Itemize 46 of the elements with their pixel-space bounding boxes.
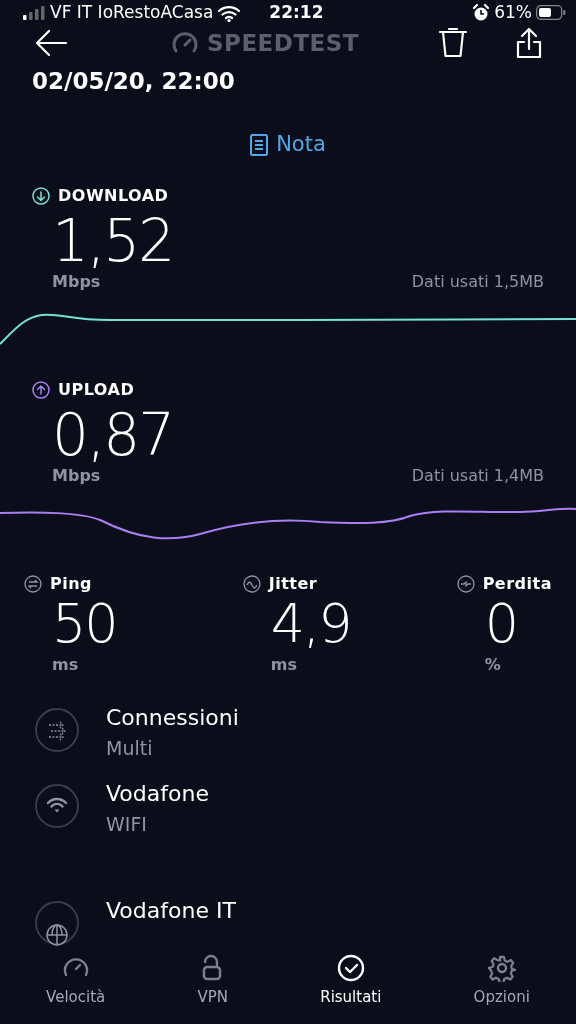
back-button[interactable] — [34, 28, 68, 57]
unit-label: ms — [270, 654, 298, 676]
jitter-icon — [242, 575, 261, 594]
metric-value: 4,9 — [270, 596, 351, 653]
back-arrow-icon — [34, 28, 68, 57]
note-link[interactable]: Nota — [250, 128, 326, 161]
gear-icon — [487, 954, 516, 982]
globe-icon — [32, 898, 82, 948]
tab-button[interactable]: Opzioni — [463, 948, 540, 1015]
metric-value: 0 — [484, 596, 518, 653]
trash-icon — [438, 26, 468, 59]
detail-subtitle: WIFI — [106, 811, 148, 837]
detail-title: Vodafone — [106, 779, 209, 808]
wifi-icon — [217, 3, 242, 22]
battery-percent: 61% — [494, 1, 532, 24]
data-used-text: Dati usati 1,5MB — [411, 271, 544, 294]
loss-icon — [456, 575, 475, 594]
tab-button[interactable]: Risultati — [310, 948, 392, 1015]
connections-icon — [32, 705, 82, 755]
clock-time: 22:12 — [269, 1, 324, 24]
unit-label: % — [484, 654, 502, 676]
metric-label: Ping — [50, 573, 93, 596]
tab-button[interactable]: Velocità — [36, 948, 116, 1015]
metric-label: Jitter — [268, 573, 318, 596]
signal-icon — [22, 5, 46, 20]
metric-value: 50 — [52, 596, 117, 653]
delete-button[interactable] — [438, 26, 468, 59]
share-button[interactable] — [516, 26, 542, 59]
battery-icon — [536, 5, 566, 21]
test-date: 02/05/20, 22:00 — [31, 67, 236, 97]
detail-title: Connessioni — [106, 704, 239, 732]
unit-label: ms — [52, 654, 80, 676]
share-icon — [516, 26, 542, 59]
check-circle-icon — [336, 954, 365, 982]
tab-button[interactable]: VPN — [187, 948, 238, 1015]
detail-subtitle: Multi — [106, 736, 154, 761]
data-used-text: Dati usati 1,4MB — [411, 465, 544, 488]
ping-icon — [24, 575, 42, 594]
logo-text: SPEEDTEST — [206, 28, 360, 58]
download-label: DOWNLOAD — [58, 185, 169, 208]
upload-label: UPLOAD — [58, 379, 135, 402]
metric-label: Perdita — [482, 573, 552, 596]
detail-title: Vodafone IT — [106, 897, 236, 925]
alarm-icon — [472, 3, 491, 22]
carrier-name: VF IT IoRestoACasa — [50, 1, 214, 24]
note-icon — [250, 133, 269, 156]
